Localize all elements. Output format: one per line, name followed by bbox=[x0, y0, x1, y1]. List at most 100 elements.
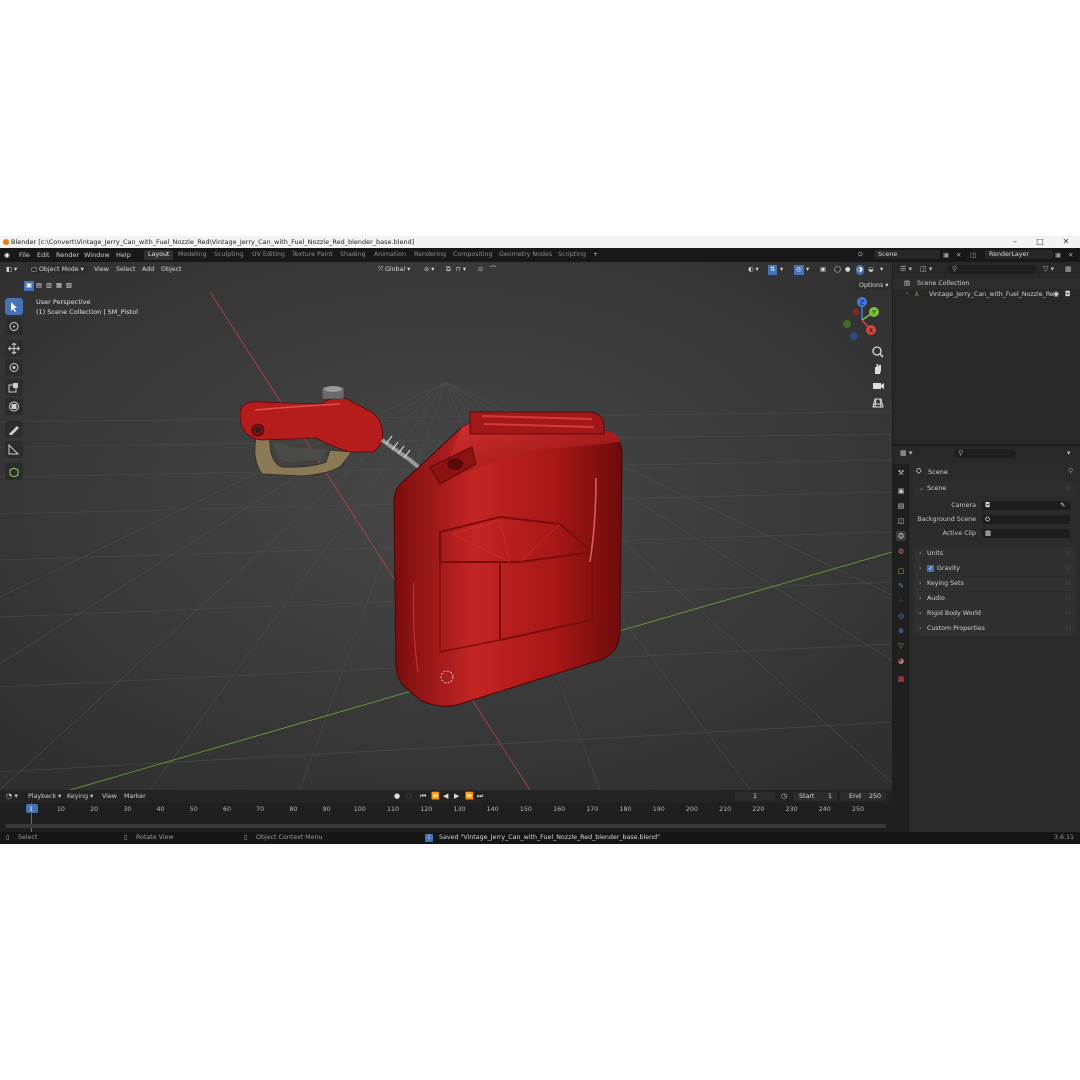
tool-move[interactable] bbox=[5, 340, 23, 357]
section-keying-sets[interactable]: › Keying Sets ⁞⁞ bbox=[914, 577, 1076, 591]
outliner-editor-icon[interactable]: ☰ ▾ bbox=[900, 265, 912, 273]
gizmo-toggle-icon[interactable]: ⇅ bbox=[768, 265, 778, 275]
select-box-new-icon[interactable]: ▣ bbox=[24, 281, 34, 291]
overlay-toggle-icon[interactable]: ◎ bbox=[794, 265, 804, 275]
tool-cursor[interactable] bbox=[5, 318, 23, 335]
timeline-scrollbar[interactable] bbox=[6, 824, 886, 828]
viewport-menu-add[interactable]: Add bbox=[142, 265, 154, 275]
constraints-tab-icon[interactable]: ⊚ bbox=[896, 626, 906, 636]
camera-field[interactable] bbox=[982, 501, 1070, 510]
active-clip-field[interactable] bbox=[982, 529, 1070, 538]
select-extend-icon[interactable]: ▤ bbox=[36, 281, 42, 291]
pivot-icon[interactable]: ⊘ ▾ bbox=[424, 265, 434, 275]
overlay-dropdown-icon[interactable]: ▾ bbox=[806, 265, 809, 275]
tab-layout[interactable]: Layout bbox=[144, 250, 174, 260]
select-intersect-icon[interactable]: ▧ bbox=[66, 281, 72, 291]
new-collection-icon[interactable]: ▦ bbox=[1065, 265, 1072, 273]
solid-shading-icon[interactable]: ● bbox=[845, 265, 851, 275]
section-audio[interactable]: › Audio ⁞⁞ bbox=[914, 592, 1076, 606]
background-scene-field[interactable] bbox=[982, 515, 1070, 524]
section-units[interactable]: › Units ⁞⁞ bbox=[914, 547, 1076, 561]
tab-uv-editing[interactable]: UV Editing bbox=[248, 250, 289, 260]
scene-delete-icon[interactable]: ✕ bbox=[956, 248, 961, 262]
scene-tab-icon[interactable]: ⛭ bbox=[896, 531, 906, 541]
tool-annotate[interactable] bbox=[5, 421, 23, 438]
menu-edit[interactable]: Edit bbox=[37, 248, 50, 262]
snap-target-icon[interactable]: ⊓ ▾ bbox=[456, 265, 466, 275]
shading-dropdown-icon[interactable]: ▾ bbox=[880, 265, 883, 275]
snap-toggle-icon[interactable]: ⧉ bbox=[444, 265, 453, 275]
eye-visibility-icon[interactable]: ◉ bbox=[1053, 290, 1059, 298]
tab-sculpting[interactable]: Sculpting bbox=[210, 250, 247, 260]
chevron-down-icon[interactable]: ▾ bbox=[1067, 449, 1071, 457]
section-custom-properties[interactable]: › Custom Properties ⁞⁞ bbox=[914, 622, 1076, 636]
physics-tab-icon[interactable]: ◎ bbox=[896, 611, 906, 621]
tab-scripting[interactable]: Scripting bbox=[554, 250, 590, 260]
perspective-toggle-icon[interactable] bbox=[870, 395, 886, 410]
scene-selector[interactable]: Scene bbox=[874, 250, 940, 259]
drag-handle-icon[interactable]: ⁞⁞ bbox=[1066, 622, 1072, 636]
wireframe-shading-icon[interactable]: ◯ bbox=[834, 265, 841, 275]
view-layer-copy-icon[interactable]: ▣ bbox=[1055, 248, 1061, 262]
filter-icon[interactable]: ▽ ▾ bbox=[1043, 265, 1054, 273]
tab-modeling[interactable]: Modeling bbox=[174, 250, 211, 260]
section-gravity[interactable]: › ✓ Gravity ⁞⁞ bbox=[914, 562, 1076, 576]
proportional-edit-icon[interactable]: ⊙ bbox=[476, 265, 486, 275]
drag-handle-icon[interactable]: ⁞⁞ bbox=[1066, 547, 1072, 561]
tab-compositing[interactable]: Compositing bbox=[449, 250, 496, 260]
tool-tab-icon[interactable]: ⚒ bbox=[896, 468, 906, 478]
drag-handle-icon[interactable]: ⁞⁞ bbox=[1066, 577, 1072, 591]
zoom-icon[interactable] bbox=[870, 344, 886, 359]
add-workspace-button[interactable]: + bbox=[589, 250, 602, 260]
properties-search-input[interactable] bbox=[954, 449, 1016, 458]
tool-measure[interactable] bbox=[5, 441, 23, 458]
section-scene[interactable]: ⌄ Scene ⁞⁞ bbox=[914, 482, 1076, 496]
minimize-button[interactable]: – bbox=[1004, 236, 1026, 248]
options-button[interactable]: Options ▾ bbox=[855, 281, 892, 291]
drag-handle-icon[interactable]: ⁞⁞ bbox=[1066, 482, 1072, 496]
gizmo-neg-z[interactable] bbox=[850, 332, 858, 340]
properties-editor-icon[interactable]: ▦ ▾ bbox=[900, 449, 912, 457]
viewport-menu-view[interactable]: View bbox=[94, 265, 109, 275]
tab-texture-paint[interactable]: Texture Paint bbox=[288, 250, 337, 260]
blender-menu-icon[interactable]: ◉ bbox=[4, 248, 10, 262]
outliner-search-input[interactable] bbox=[948, 265, 1036, 274]
view-layer-selector[interactable]: RenderLayer bbox=[985, 250, 1053, 259]
tool-select-box[interactable] bbox=[5, 298, 23, 315]
particles-tab-icon[interactable]: ⁘ bbox=[896, 596, 906, 606]
visibility-icon[interactable]: ◐ ▾ bbox=[748, 265, 759, 275]
modifier-tab-icon[interactable]: ✎ bbox=[896, 581, 906, 591]
select-subtract-icon[interactable]: ▥ bbox=[46, 281, 52, 291]
viewport-menu-object[interactable]: Object bbox=[161, 265, 182, 275]
menu-help[interactable]: Help bbox=[116, 248, 131, 262]
object-tab-icon[interactable]: ▢ bbox=[896, 566, 906, 576]
camera-render-icon[interactable]: ◘ bbox=[1065, 290, 1071, 298]
pin-icon[interactable]: ⚲ bbox=[1068, 467, 1073, 475]
gizmo-neg-y[interactable] bbox=[843, 320, 851, 328]
tab-geometry-nodes[interactable]: Geometry Nodes bbox=[495, 250, 556, 260]
render-tab-icon[interactable]: ▣ bbox=[896, 486, 906, 496]
gizmo-neg-x[interactable] bbox=[852, 308, 860, 316]
world-tab-icon[interactable]: ◍ bbox=[896, 546, 906, 556]
transform-orientation-selector[interactable]: ⤧ Global ▾ bbox=[378, 265, 410, 275]
menu-render[interactable]: Render bbox=[56, 248, 79, 262]
3d-viewport[interactable]: ◧ ▾ ▢ Object Mode ▾ View Select Add Obje… bbox=[0, 262, 892, 790]
expand-chevron-icon[interactable]: › bbox=[906, 290, 908, 297]
xray-icon[interactable]: ▣ bbox=[820, 265, 826, 275]
pan-hand-icon[interactable] bbox=[870, 361, 886, 376]
menu-file[interactable]: File bbox=[19, 248, 30, 262]
material-tab-icon[interactable]: ◕ bbox=[896, 656, 906, 666]
eyedropper-icon[interactable]: ✎ bbox=[1060, 501, 1065, 509]
view-layer-tab-icon[interactable]: ◫ bbox=[896, 516, 906, 526]
tool-transform[interactable] bbox=[5, 398, 23, 415]
tool-add-cube[interactable] bbox=[5, 463, 23, 480]
tool-scale[interactable] bbox=[5, 379, 23, 396]
drag-handle-icon[interactable]: ⁞⁞ bbox=[1066, 607, 1072, 621]
material-shading-icon[interactable]: ◑ bbox=[856, 265, 864, 275]
scene-copy-icon[interactable]: ▣ bbox=[943, 248, 949, 262]
tool-rotate[interactable] bbox=[5, 359, 23, 376]
texture-tab-icon[interactable]: ▩ bbox=[896, 674, 906, 684]
output-tab-icon[interactable]: ▤ bbox=[896, 501, 906, 511]
drag-handle-icon[interactable]: ⁞⁞ bbox=[1066, 592, 1072, 606]
editor-type-icon[interactable]: ◧ ▾ bbox=[6, 265, 17, 275]
